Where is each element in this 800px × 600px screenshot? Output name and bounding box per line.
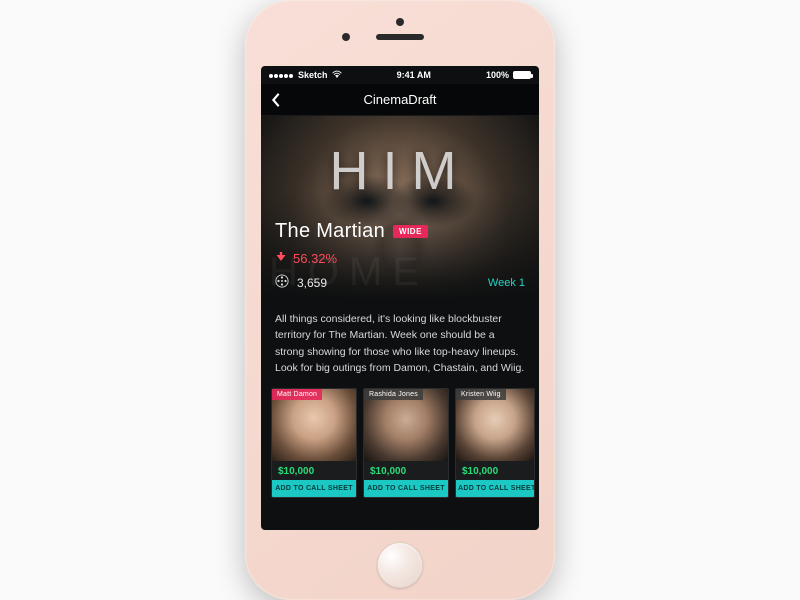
drop-percentage: 56.32% [293,251,337,266]
cast-photo: Matt Damon [272,389,356,461]
cast-name: Kristen Wiig [456,389,506,400]
release-badge: WIDE [393,225,428,238]
signal-strength-icon [269,70,294,80]
battery-percent: 100% [486,70,509,80]
add-to-call-sheet-button[interactable]: ADD TO CALL SHEET [272,480,356,497]
clock: 9:41 AM [397,70,431,80]
chevron-left-icon [270,92,282,108]
cast-price: $10,000 [456,461,534,480]
back-button[interactable] [267,91,285,109]
movie-description: All things considered, it's looking like… [261,301,539,388]
trend-down-icon [275,251,287,266]
status-bar: Sketch 9:41 AM 100% [261,66,539,84]
poster-headline: HIM [261,140,539,202]
add-to-call-sheet-button[interactable]: ADD TO CALL SHEET [364,480,448,497]
cast-price: $10,000 [364,461,448,480]
movie-title: The Martian [275,220,385,243]
nav-bar: CinemaDraft [261,84,539,116]
phone-camera [342,33,350,41]
film-reel-icon [275,274,289,291]
phone-speaker [376,34,424,40]
cast-photo: Kristen Wiig [456,389,534,461]
cast-photo: Rashida Jones [364,389,448,461]
page-title: CinemaDraft [364,92,437,107]
carrier-label: Sketch [298,70,328,80]
cast-card[interactable]: Rashida Jones $10,000 ADD TO CALL SHEET [363,388,449,498]
phone-sensor [396,18,404,26]
movie-hero: HIM HOME The Martian WIDE 56.32% 3,659 [261,116,539,301]
app-screen: Sketch 9:41 AM 100% CinemaDraft HIM HOME [261,66,539,530]
cast-name: Matt Damon [272,389,322,400]
phone-frame: Sketch 9:41 AM 100% CinemaDraft HIM HOME [245,0,555,600]
battery-icon [513,71,531,79]
cast-price: $10,000 [272,461,356,480]
cast-name: Rashida Jones [364,389,423,400]
cast-card[interactable]: Matt Damon $10,000 ADD TO CALL SHEET [271,388,357,498]
home-button[interactable] [377,542,423,588]
add-to-call-sheet-button[interactable]: ADD TO CALL SHEET [456,480,534,497]
theater-count: 3,659 [297,276,327,290]
wifi-icon [332,70,342,80]
cast-card[interactable]: Kristen Wiig $10,000 ADD TO CALL SHEET [455,388,535,498]
cast-strip[interactable]: Matt Damon $10,000 ADD TO CALL SHEET Ras… [261,388,539,498]
week-label[interactable]: Week 1 [488,277,525,289]
